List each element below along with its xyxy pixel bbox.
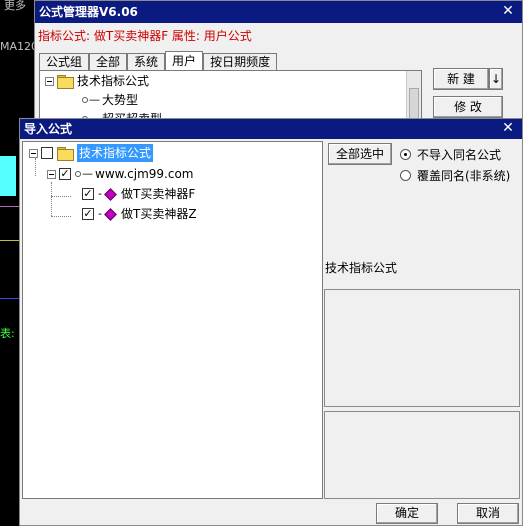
dropdown-arrow-button[interactable]: ↓ bbox=[489, 68, 503, 90]
link-icon: - bbox=[98, 187, 102, 200]
root-checkbox[interactable] bbox=[41, 147, 53, 159]
tree-node-root[interactable]: 技术指标公式 bbox=[45, 72, 149, 90]
tree-node-label: 做T买卖神器Z bbox=[120, 207, 197, 221]
overwrite-same-name-option[interactable]: 覆盖同名(非系统) bbox=[400, 167, 510, 184]
collapse-icon[interactable] bbox=[29, 148, 38, 158]
tree-node-label: 大势型 bbox=[102, 93, 139, 107]
detail-panel bbox=[324, 411, 520, 499]
ma-label: MA120 bbox=[0, 40, 39, 53]
tree-node-site[interactable]: ✓ — www.cjm99.com bbox=[47, 165, 194, 183]
tab-user[interactable]: 用户 bbox=[165, 51, 204, 71]
folder-icon bbox=[57, 75, 74, 89]
dialog-title: 导入公式 bbox=[24, 122, 73, 136]
formula-checkbox[interactable]: ✓ bbox=[82, 188, 94, 200]
tab-all[interactable]: 全部 bbox=[89, 53, 128, 71]
key-icon bbox=[82, 97, 88, 103]
folder-icon bbox=[57, 147, 74, 161]
tree-connector bbox=[51, 216, 71, 217]
description-panel bbox=[324, 289, 520, 407]
link-icon: - bbox=[98, 207, 102, 220]
site-checkbox[interactable]: ✓ bbox=[59, 168, 71, 180]
tree-node-formula[interactable]: ✓ - 做T买卖神器Z bbox=[82, 205, 197, 223]
tree-node-formula[interactable]: ✓ - 做T买卖神器F bbox=[82, 185, 195, 203]
formula-tabs: 公式组 全部 系统 用户 按日期频度 bbox=[39, 51, 278, 71]
new-button[interactable]: 新 建 bbox=[433, 68, 489, 90]
skip-same-name-option[interactable]: 不导入同名公式 bbox=[400, 146, 501, 163]
cancel-button[interactable]: 取消 bbox=[457, 503, 519, 524]
formula-manager-titlebar[interactable]: 公式管理器V6.06 ✕ bbox=[35, 1, 522, 23]
chart-line bbox=[0, 240, 19, 241]
tree-node-root[interactable]: 技术指标公式 bbox=[29, 144, 154, 162]
window-title: 公式管理器V6.06 bbox=[39, 5, 138, 19]
key-stem-icon: — bbox=[82, 167, 93, 180]
tree-node-label: 做T买卖神器F bbox=[120, 187, 196, 201]
option-label: 覆盖同名(非系统) bbox=[417, 169, 511, 183]
collapse-icon[interactable] bbox=[47, 169, 56, 179]
edit-button[interactable]: 修 改 bbox=[433, 96, 503, 118]
key-stem-icon: — bbox=[89, 93, 100, 106]
collapse-icon[interactable] bbox=[45, 76, 54, 86]
close-icon[interactable]: ✕ bbox=[500, 3, 516, 19]
close-icon[interactable]: ✕ bbox=[500, 120, 516, 136]
tree-node-label: 技术指标公式 bbox=[77, 144, 154, 162]
tab-by-date[interactable]: 按日期频度 bbox=[203, 53, 278, 71]
chart-line bbox=[0, 206, 19, 207]
tree-connector bbox=[51, 196, 71, 197]
chart-bar bbox=[0, 156, 16, 196]
formula-icon bbox=[104, 207, 117, 221]
formula-manager-window: 公式管理器V6.06 ✕ 指标公式: 做T买卖神器F 属性: 用户公式 公式组 … bbox=[34, 0, 523, 136]
option-label: 不导入同名公式 bbox=[417, 148, 502, 162]
ok-button[interactable]: 确定 bbox=[376, 503, 438, 524]
tab-system[interactable]: 系统 bbox=[127, 53, 166, 71]
import-tree: 技术指标公式 ✓ — www.cjm99.com ✓ - 做T买卖神器F ✓ -… bbox=[22, 141, 323, 499]
select-all-button[interactable]: 全部选中 bbox=[328, 143, 392, 165]
tree-node-label: www.cjm99.com bbox=[95, 167, 194, 181]
import-formula-dialog: 导入公式 ✕ 技术指标公式 ✓ — www.cjm99.com ✓ - 做T买卖… bbox=[19, 118, 523, 526]
formula-checkbox[interactable]: ✓ bbox=[82, 208, 94, 220]
formula-type-label: 技术指标公式 bbox=[325, 261, 398, 275]
tree-connector bbox=[51, 182, 52, 216]
radio-unselected-icon[interactable] bbox=[400, 170, 411, 181]
more-label: 更多 bbox=[4, 0, 26, 12]
import-dialog-titlebar[interactable]: 导入公式 ✕ bbox=[20, 119, 522, 139]
formula-info: 指标公式: 做T买卖神器F 属性: 用户公式 bbox=[38, 29, 252, 43]
tree-node-child[interactable]: — 大势型 bbox=[82, 91, 138, 109]
key-icon bbox=[75, 171, 81, 177]
formula-icon bbox=[104, 187, 117, 201]
chart-line bbox=[0, 298, 19, 299]
radio-selected-icon[interactable] bbox=[400, 149, 411, 160]
tree-node-label: 技术指标公式 bbox=[77, 74, 150, 88]
tab-group[interactable]: 公式组 bbox=[39, 53, 90, 71]
